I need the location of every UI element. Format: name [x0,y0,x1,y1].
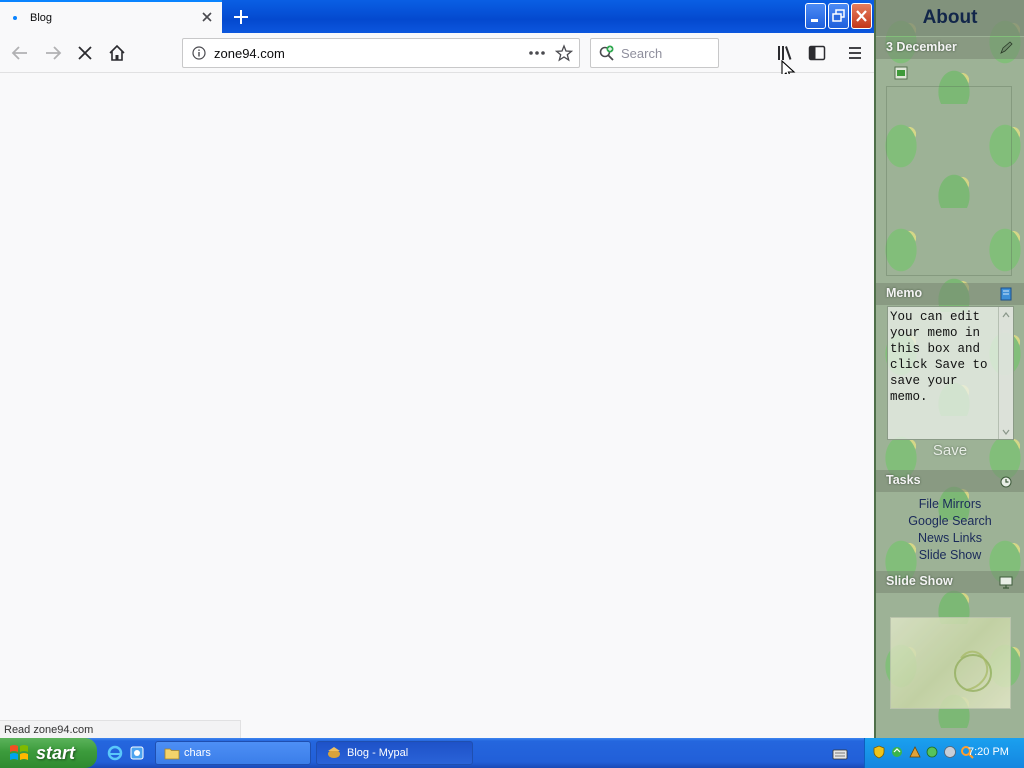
task-link-slide-show[interactable]: Slide Show [876,548,1024,562]
taskbar: start chars Blog - Mypal 7:20 PM [0,738,1024,768]
system-tray: 7:20 PM [864,738,1024,768]
memo-save-button[interactable]: Save [876,442,1024,459]
slideshow-header: Slide Show [876,571,1024,593]
tasks-header: Tasks [876,470,1024,492]
memo-notebook-icon[interactable] [998,286,1014,302]
slideshow-picture [954,650,992,692]
slideshow-image[interactable] [890,617,1011,709]
calendar-header: 3 December [876,37,1024,59]
stop-icon[interactable] [73,41,97,65]
memo-textarea[interactable]: You can edit your memo in this box and c… [887,306,1014,440]
folder-icon [164,748,180,760]
sidebar-title: About [922,7,978,28]
calendar-image-icon[interactable] [894,66,908,80]
tasks-clock-icon[interactable] [998,473,1014,489]
calendar-date: 3 December [886,40,957,54]
edit-calendar-icon[interactable] [998,40,1014,56]
security-shield-icon[interactable] [872,745,886,759]
sidebar-title-bar: About [876,0,1024,36]
memo-label: Memo [886,286,923,300]
url-text: zone94.com [214,46,285,61]
close-icon [856,10,867,22]
mypal-bird-icon [328,747,340,758]
forward-arrow-icon[interactable] [41,41,65,65]
task-link-google-search[interactable]: Google Search [876,514,1024,528]
taskbar-button-browser[interactable]: Blog - Mypal [316,741,473,765]
sidebar-icon[interactable] [805,41,829,65]
quick-launch-app-icon[interactable] [129,745,145,761]
restore-icon [832,9,845,22]
star-icon[interactable] [555,44,573,62]
browser-window-label: Blog - Mypal [347,747,409,759]
info-icon[interactable] [192,46,206,60]
slideshow-screen-icon[interactable] [998,574,1014,590]
home-icon[interactable] [105,41,129,65]
search-icon [599,45,614,61]
network-icon[interactable] [890,745,904,759]
tab-title: Blog [30,11,53,24]
memo-scrollbar[interactable] [998,307,1013,439]
new-tab-plus-icon[interactable] [228,4,254,30]
tab-loading-dot-icon [13,15,17,20]
scroll-up-icon[interactable] [999,308,1013,322]
hamburger-menu-icon[interactable] [843,41,867,65]
tasks-label: Tasks [886,473,921,487]
restore-button[interactable] [828,3,849,29]
close-window-button[interactable] [851,3,872,29]
url-bar[interactable]: zone94.com [182,38,580,68]
slideshow-label: Slide Show [886,574,953,588]
folder-label: chars [184,747,211,759]
volume-icon[interactable] [943,745,957,759]
clock: 7:20 PM [968,746,1009,758]
memo-text: You can edit your memo in this box and c… [890,310,996,404]
task-link-news-links[interactable]: News Links [876,531,1024,545]
scroll-down-icon[interactable] [999,425,1013,439]
internet-explorer-icon[interactable] [107,745,123,761]
more-icon[interactable] [527,45,547,61]
search-bar[interactable]: Search [590,38,719,68]
task-link-file-mirrors[interactable]: File Mirrors [876,497,1024,511]
browser-window: Blog zone94.com Search Read zone94.com [0,0,874,738]
keyboard-icon[interactable] [832,746,848,762]
minimize-icon [811,19,818,22]
app-tray-icon[interactable] [908,745,922,759]
minimize-button[interactable] [805,3,826,29]
page-content [0,74,874,720]
taskbar-button-folder[interactable]: chars [155,741,311,765]
about-sidebar-gadget: About 3 December Memo You can edit your … [874,0,1024,738]
memo-header: Memo [876,283,1024,305]
back-arrow-icon[interactable] [8,41,32,65]
start-button[interactable]: start [0,738,97,768]
calendar-frame [886,86,1012,276]
search-placeholder: Search [621,46,663,61]
start-label: start [36,742,76,763]
tab-bar: Blog [0,0,874,33]
status-bar: Read zone94.com [0,720,241,738]
navigation-toolbar: zone94.com Search [0,33,874,81]
close-tab-icon[interactable] [200,10,214,24]
windows-logo-icon [10,745,28,760]
tab-blog[interactable]: Blog [0,0,222,33]
green-status-icon[interactable] [925,745,939,759]
